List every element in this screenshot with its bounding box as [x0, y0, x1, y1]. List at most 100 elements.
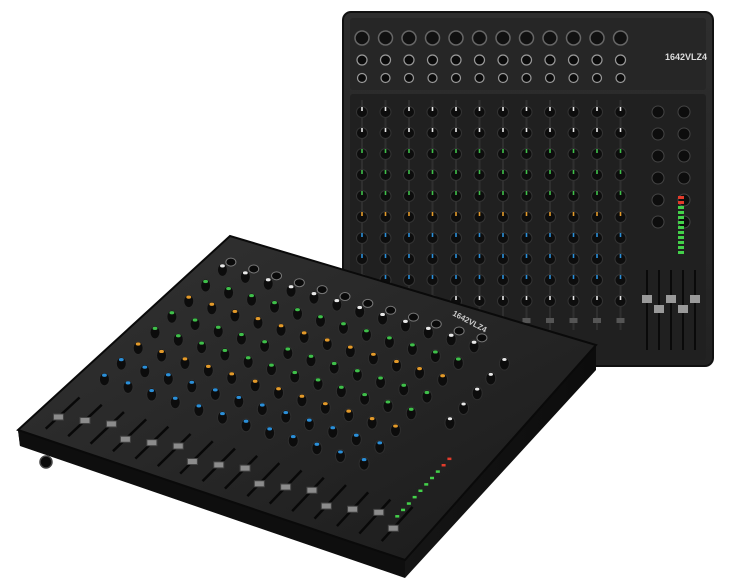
knob-pointer — [384, 254, 387, 258]
knob-cap — [125, 381, 131, 385]
jack-icon — [271, 271, 283, 281]
knob-cap — [220, 264, 225, 268]
knob-cap — [242, 271, 248, 275]
meter-led — [678, 216, 684, 219]
knob-pointer — [408, 212, 410, 216]
knob-pointer — [455, 212, 457, 216]
knob-cap — [102, 373, 107, 377]
knob-pointer — [455, 149, 457, 153]
knob-cap — [285, 347, 291, 351]
insert-jack-icon — [568, 72, 579, 84]
knob-cap — [229, 372, 235, 376]
line-jack-icon — [614, 54, 627, 66]
meter-led — [424, 483, 429, 486]
meter-led — [678, 196, 684, 199]
fader-cap — [52, 413, 64, 421]
knob-pointer — [572, 296, 575, 300]
knob-cap — [252, 379, 258, 383]
knob-pointer — [549, 275, 551, 279]
mute-button — [593, 318, 601, 323]
knob-pointer — [384, 233, 387, 237]
fader-cap — [186, 458, 198, 466]
knob-pointer — [502, 254, 504, 258]
knob-cap — [142, 365, 148, 369]
knob-pointer — [525, 191, 528, 195]
knob-cap — [295, 308, 300, 312]
knob-pointer — [431, 128, 434, 132]
knob-pointer — [619, 296, 622, 300]
fader-slot — [670, 270, 672, 350]
knob-cap — [324, 338, 330, 342]
knob-pointer — [431, 107, 434, 111]
knob-pointer — [596, 107, 598, 111]
knob-cap — [461, 402, 466, 406]
knob-pointer — [361, 212, 363, 216]
jack-icon — [293, 278, 305, 288]
knob-pointer — [619, 149, 622, 153]
fader-cap — [320, 502, 332, 510]
knob-pointer — [502, 170, 504, 174]
insert-jack-icon — [521, 72, 532, 84]
knob-cap — [318, 315, 323, 319]
knob-pointer — [572, 128, 575, 132]
knob-pointer — [384, 149, 387, 153]
knob-cap — [169, 311, 175, 315]
knob-pointer — [525, 212, 528, 216]
knob-cap — [346, 409, 352, 413]
xlr-jack-icon — [542, 30, 558, 46]
knob-cap — [417, 367, 422, 371]
jack-icon — [316, 285, 328, 295]
knob-cap — [118, 358, 124, 362]
knob — [651, 193, 665, 207]
knob-cap — [387, 336, 392, 340]
knob-cap — [165, 373, 171, 377]
line-jack-icon — [356, 54, 368, 66]
knob-pointer — [525, 254, 528, 258]
knob-cap — [425, 326, 431, 330]
knob-pointer — [455, 107, 457, 111]
meter-led — [435, 470, 440, 473]
knob-pointer — [525, 107, 528, 111]
meter-led — [678, 206, 684, 209]
mute-button — [616, 318, 625, 323]
xlr-jack-icon — [518, 30, 535, 46]
knob-pointer — [455, 233, 457, 237]
knob-cap — [393, 424, 398, 428]
fader-cap — [690, 295, 700, 303]
knob-pointer — [502, 191, 504, 195]
fader-slot — [694, 270, 696, 350]
fader-cap — [306, 486, 318, 494]
knob-cap — [370, 352, 376, 356]
knob-cap — [186, 295, 192, 299]
meter-led — [678, 246, 684, 249]
knob-pointer — [572, 191, 575, 195]
knob-cap — [378, 376, 383, 380]
knob-cap — [182, 357, 188, 361]
knob — [677, 149, 691, 163]
knob-pointer — [549, 254, 551, 258]
mute-button — [546, 318, 554, 323]
knob-cap — [502, 358, 507, 362]
knob-pointer — [361, 128, 363, 132]
xlr-jack-icon — [495, 30, 511, 46]
knob-cap — [292, 370, 298, 375]
knob-pointer — [596, 212, 598, 216]
knob-cap — [361, 457, 367, 462]
knob-pointer — [431, 212, 434, 216]
knob-pointer — [478, 254, 481, 258]
insert-jack-icon — [356, 72, 368, 84]
meter-led — [678, 236, 684, 239]
knob-cap — [272, 301, 277, 305]
insert-jack-icon — [403, 72, 415, 84]
knob-pointer — [619, 170, 622, 174]
knob-pointer — [596, 191, 598, 195]
knob-cap — [172, 396, 178, 400]
line-jack-icon — [403, 54, 415, 66]
knob — [651, 127, 665, 141]
fader-cap — [373, 508, 385, 516]
jack-icon — [385, 305, 397, 315]
knob-cap — [394, 359, 399, 364]
knob-cap — [278, 324, 284, 328]
knob-pointer — [549, 296, 551, 300]
fader-cap — [347, 505, 359, 513]
